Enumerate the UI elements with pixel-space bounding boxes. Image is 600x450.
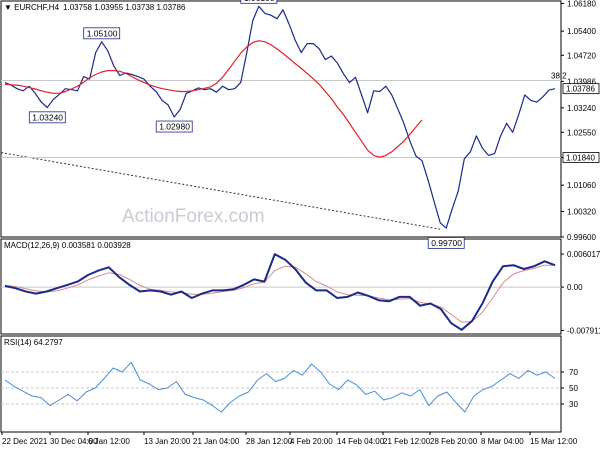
annotation-label: 1.02980 bbox=[159, 122, 190, 132]
annotation-label: 1.03240 bbox=[32, 112, 63, 122]
x-tick-label: 28 Feb 20:00 bbox=[430, 437, 478, 446]
x-tick-label: 13 Jan 20:00 bbox=[144, 437, 191, 446]
price-tick-label: 1.05400 bbox=[567, 27, 596, 36]
price-tick-label: 1.02550 bbox=[567, 128, 596, 137]
x-tick-label: 4 Feb 20:00 bbox=[290, 437, 333, 446]
rsi-panel bbox=[0, 335, 562, 433]
annotation-label: 1.05100 bbox=[87, 28, 118, 38]
x-tick-label: 6 Jan 12:00 bbox=[88, 437, 130, 446]
rsi-header: RSI(14) 64.2797 bbox=[4, 338, 63, 347]
macd-header: MACD(12,26,9) 0.003581 0.003928 bbox=[4, 241, 131, 250]
annotation-label: 0.99700 bbox=[431, 238, 462, 248]
x-tick-label: 15 Mar 12:00 bbox=[530, 437, 578, 446]
chart-canvas: ActionForex.com 38.2 1.06100 1.05100 1.0324… bbox=[0, 0, 600, 446]
macd-tick-label: 0.00 bbox=[567, 283, 583, 292]
annotation-label: 1.06100 bbox=[244, 0, 275, 3]
x-tick-label: 21 Jan 04:00 bbox=[193, 437, 240, 446]
x-tick-label: 21 Feb 12:00 bbox=[383, 437, 431, 446]
rsi-tick-label: 30 bbox=[569, 400, 578, 409]
chart-arrow-icon: ▼ bbox=[4, 3, 14, 12]
level-tag-label: 1.01840 bbox=[566, 154, 595, 163]
ohlc-values: 1.03758 1.03955 1.03738 1.03786 bbox=[63, 3, 186, 12]
watermark: ActionForex.com bbox=[122, 206, 265, 227]
macd-tick-label: -0.007911 bbox=[567, 326, 600, 335]
price-tick-label: 1.00320 bbox=[567, 207, 596, 216]
price-tick-label: 0.99600 bbox=[567, 233, 596, 242]
symbol-label: EURCHF,H4 bbox=[14, 3, 59, 12]
price-header: ▼ EURCHF,H4 1.03758 1.03955 1.03738 1.037… bbox=[4, 3, 186, 12]
x-tick-label: 22 Dec 2021 bbox=[2, 437, 48, 446]
x-tick-label: 28 Jan 12:00 bbox=[246, 437, 293, 446]
price-tick-label: 1.01060 bbox=[567, 181, 596, 190]
x-tick-label: 8 Mar 04:00 bbox=[481, 437, 524, 446]
macd-tick-label: 0.006017 bbox=[567, 250, 600, 259]
fib-label: 38.2 bbox=[551, 71, 567, 80]
x-tick-label: 14 Feb 04:00 bbox=[337, 437, 385, 446]
rsi-tick-label: 70 bbox=[569, 368, 578, 377]
price-tick-label: 1.04720 bbox=[567, 51, 596, 60]
current-price-label: 1.03786 bbox=[566, 85, 595, 94]
macd-panel bbox=[0, 238, 562, 335]
price-tick-label: 1.06180 bbox=[567, 0, 596, 8]
price-tick-label: 1.03240 bbox=[567, 104, 596, 113]
rsi-tick-label: 50 bbox=[569, 384, 578, 393]
